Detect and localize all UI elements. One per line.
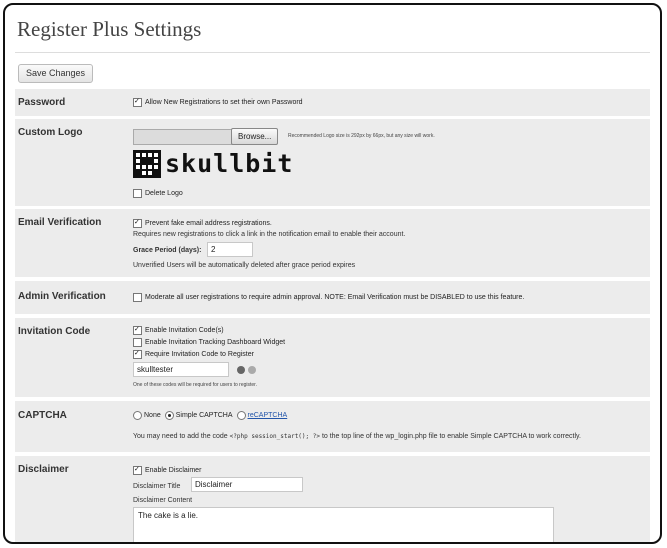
settings-window: Register Plus Settings Save Changes Pass… — [3, 3, 662, 544]
captcha-options: None Simple CAPTCHA reCAPTCHA — [133, 411, 287, 420]
grace-period-label: Grace Period (days): — [133, 247, 202, 254]
enable-widget-text: Enable Invitation Tracking Dashboard Wid… — [145, 339, 286, 346]
enable-disclaimer-checkbox[interactable] — [133, 466, 142, 475]
moderate-checkbox[interactable] — [133, 293, 142, 302]
invitation-code-input[interactable]: skulltester — [133, 362, 229, 377]
title-divider — [15, 52, 650, 53]
allow-own-password-text: Allow New Registrations to set their own… — [145, 99, 303, 106]
captcha-php-code: <?php session_start(); ?> — [229, 433, 320, 440]
require-code-checkbox[interactable] — [133, 350, 142, 359]
captcha-recaptcha-radio[interactable] — [236, 411, 246, 420]
enable-codes-text: Enable Invitation Code(s) — [145, 327, 224, 334]
logo-file-input[interactable] — [133, 129, 233, 145]
allow-own-password-checkbox[interactable] — [133, 98, 142, 107]
browse-button[interactable]: Browse... — [231, 128, 279, 145]
captcha-note: You may need to add the code <?php sessi… — [133, 433, 581, 440]
captcha-none-radio[interactable] — [133, 411, 142, 420]
skull-grid-icon — [133, 149, 161, 178]
enable-widget-option[interactable]: Enable Invitation Tracking Dashboard Wid… — [133, 338, 285, 347]
recaptcha-link[interactable]: reCAPTCHA — [248, 412, 288, 419]
require-code-text: Require Invitation Code to Register — [145, 351, 254, 358]
logo-text: skullbit — [165, 149, 294, 178]
logo-size-recommendation: Recommended Logo size is 292px by 66px, … — [288, 133, 435, 139]
allow-own-password-option[interactable]: Allow New Registrations to set their own… — [133, 98, 303, 107]
disclaimer-label: Disclaimer — [18, 464, 69, 475]
invitation-code-label: Invitation Code — [18, 326, 91, 337]
enable-codes-option[interactable]: Enable Invitation Code(s) — [133, 326, 224, 335]
page-title: Register Plus Settings — [17, 17, 202, 41]
requires-click-text: Requires new registrations to click a li… — [133, 231, 406, 238]
remove-code-icon[interactable] — [237, 366, 245, 374]
captcha-note-prefix: You may need to add the code — [133, 433, 228, 440]
save-changes-button[interactable]: Save Changes — [18, 64, 94, 83]
enable-codes-checkbox[interactable] — [133, 326, 142, 335]
invitation-code-row — [15, 318, 650, 397]
grace-period-input[interactable]: 2 — [207, 242, 253, 257]
add-code-icon[interactable] — [248, 366, 256, 374]
delete-logo-option[interactable]: Delete Logo — [133, 189, 183, 198]
captcha-note-suffix: to the top line of the wp_login.php file… — [321, 433, 581, 440]
custom-logo-image: skullbit — [133, 149, 293, 178]
custom-logo-label: Custom Logo — [18, 127, 83, 138]
captcha-simple-radio[interactable] — [164, 411, 174, 420]
captcha-label: CAPTCHA — [18, 410, 67, 421]
captcha-row — [15, 401, 650, 452]
email-verification-label: Email Verification — [18, 217, 102, 228]
moderate-option[interactable]: Moderate all user registrations to requi… — [133, 293, 524, 302]
moderate-text: Moderate all user registrations to requi… — [145, 294, 525, 301]
enable-widget-checkbox[interactable] — [133, 338, 142, 347]
delete-logo-text: Delete Logo — [145, 190, 183, 197]
prevent-fake-text: Prevent fake email address registrations… — [145, 220, 272, 227]
disclaimer-content-label: Disclaimer Content — [133, 497, 193, 504]
require-code-option[interactable]: Require Invitation Code to Register — [133, 350, 254, 359]
enable-disclaimer-text: Enable Disclaimer — [145, 467, 202, 474]
admin-verification-label: Admin Verification — [18, 291, 106, 302]
invitation-code-note: One of these codes will be required for … — [133, 382, 257, 388]
prevent-fake-checkbox[interactable] — [133, 219, 142, 228]
captcha-simple-text: Simple CAPTCHA — [175, 412, 233, 419]
disclaimer-title-label: Disclaimer Title — [133, 483, 181, 490]
captcha-none-text: None — [144, 412, 161, 419]
password-label: Password — [18, 97, 66, 108]
prevent-fake-option[interactable]: Prevent fake email address registrations… — [133, 219, 272, 228]
enable-disclaimer-option[interactable]: Enable Disclaimer — [133, 466, 201, 475]
unverified-users-text: Unverified Users will be automatically d… — [133, 262, 356, 269]
disclaimer-content-textarea[interactable]: The cake is a lie. — [133, 507, 554, 542]
delete-logo-checkbox[interactable] — [133, 189, 142, 198]
disclaimer-title-input[interactable]: Disclaimer — [191, 477, 303, 492]
password-row — [15, 89, 650, 116]
